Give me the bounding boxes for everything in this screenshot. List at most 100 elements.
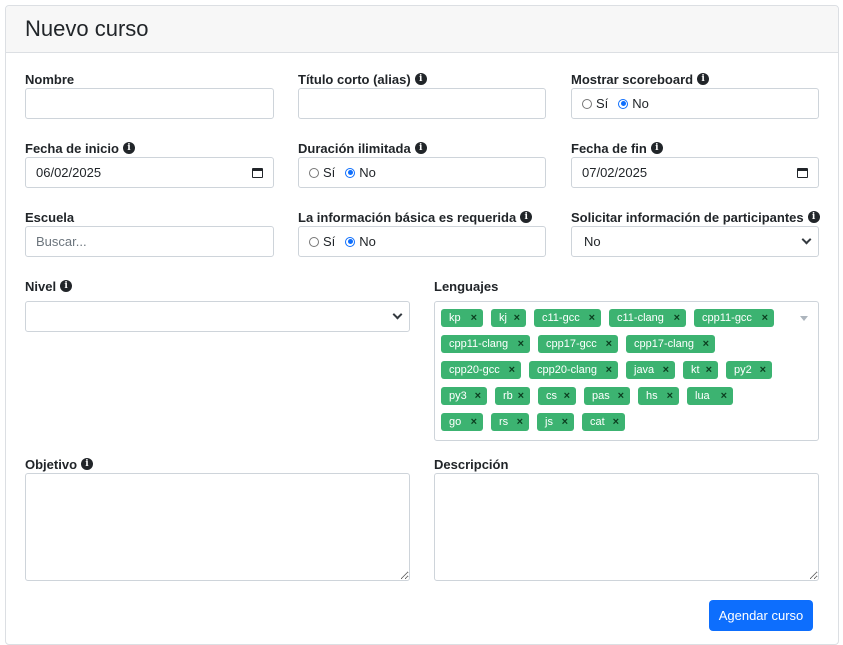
remove-tag-icon[interactable]: × — [564, 390, 570, 402]
language-tag-label: kp — [449, 312, 461, 324]
remove-tag-icon[interactable]: × — [471, 312, 477, 324]
school-label: Escuela — [25, 209, 75, 225]
language-tag-label: c11-gcc — [542, 312, 580, 324]
participant-info-select[interactable]: No — [571, 226, 819, 257]
language-tag: cpp11-gcc × — [694, 309, 774, 327]
languages-multiselect[interactable]: kp × kj × c11-gcc × c11-clang × cpp11-gcc × cpp11-… — [434, 301, 819, 441]
info-icon[interactable]: i — [414, 73, 427, 85]
language-tag-label: py3 — [449, 390, 467, 402]
scoreboard-no-option[interactable]: No — [618, 96, 649, 111]
school-label-text: Escuela — [25, 209, 75, 225]
level-label: Nivel i — [25, 279, 73, 294]
unlimited-no-option[interactable]: No — [345, 165, 376, 180]
objective-label: Objetivo i — [25, 456, 94, 472]
nombre-input[interactable] — [25, 88, 274, 119]
remove-tag-icon[interactable]: × — [606, 364, 612, 376]
radio-button[interactable] — [309, 167, 319, 178]
radio-button-selected[interactable] — [345, 167, 356, 178]
radio-button-selected[interactable] — [345, 236, 356, 247]
chevron-down-icon — [392, 309, 403, 320]
radio-label: No — [632, 96, 649, 111]
language-tag: cs × — [538, 387, 576, 405]
info-icon[interactable]: i — [697, 73, 710, 85]
radio-button-selected[interactable] — [618, 98, 629, 109]
info-icon[interactable]: i — [807, 211, 820, 223]
calendar-icon[interactable] — [252, 167, 263, 178]
alias-input[interactable] — [298, 88, 546, 119]
remove-tag-icon[interactable]: × — [517, 416, 523, 428]
language-tag-label: cpp11-clang — [449, 338, 509, 350]
language-tag: cpp20-gcc × — [441, 361, 521, 379]
remove-tag-icon[interactable]: × — [663, 364, 669, 376]
language-tag-label: rs — [499, 416, 509, 428]
dropdown-caret-icon[interactable] — [800, 316, 808, 321]
language-tag: rb × — [495, 387, 530, 405]
language-tag-label: cpp17-clang — [634, 338, 694, 350]
remove-tag-icon[interactable]: × — [518, 390, 524, 402]
remove-tag-icon[interactable]: × — [471, 416, 477, 428]
info-icon[interactable]: i — [122, 142, 135, 154]
remove-tag-icon[interactable]: × — [667, 390, 673, 402]
language-tag-label: lua — [695, 390, 710, 402]
remove-tag-icon[interactable]: × — [613, 416, 619, 428]
radio-label: No — [359, 234, 376, 249]
remove-tag-icon[interactable]: × — [674, 312, 680, 324]
level-select[interactable] — [25, 301, 410, 332]
remove-tag-icon[interactable]: × — [518, 338, 524, 350]
remove-tag-icon[interactable]: × — [760, 364, 766, 376]
schedule-course-button[interactable]: Agendar curso — [709, 600, 813, 631]
alias-label-text: Título corto (alias) — [298, 71, 411, 87]
remove-tag-icon[interactable]: × — [589, 312, 595, 324]
end-date-input[interactable]: 07/02/2025 — [571, 157, 819, 188]
unlimited-yes-option[interactable]: Sí — [309, 165, 335, 180]
language-tag-label: pas — [592, 390, 610, 402]
unlimited-label-text: Duración ilimitada — [298, 140, 411, 156]
start-date-value: 06/02/2025 — [36, 165, 102, 180]
languages-label-text: Lenguajes — [434, 278, 499, 294]
school-search-input[interactable] — [25, 226, 274, 257]
remove-tag-icon[interactable]: × — [762, 312, 768, 324]
description-label-text: Descripción — [434, 456, 509, 472]
info-icon[interactable]: i — [520, 211, 533, 223]
language-tag-label: hs — [646, 390, 658, 402]
chevron-down-icon — [801, 234, 812, 245]
basic-info-yes-option[interactable]: Sí — [309, 234, 335, 249]
remove-tag-icon[interactable]: × — [475, 390, 481, 402]
start-date-input[interactable]: 06/02/2025 — [25, 157, 274, 188]
nombre-label: Nombre — [25, 72, 74, 87]
radio-label: Sí — [323, 165, 336, 180]
language-tag-label: go — [449, 416, 462, 428]
objective-textarea[interactable] — [25, 473, 410, 581]
scoreboard-yes-option[interactable]: Sí — [582, 96, 608, 111]
remove-tag-icon[interactable]: × — [606, 338, 612, 350]
scoreboard-label: Mostrar scoreboard i — [571, 72, 710, 87]
remove-tag-icon[interactable]: × — [706, 364, 712, 376]
remove-tag-icon[interactable]: × — [562, 416, 568, 428]
language-tag: c11-clang × — [609, 309, 686, 327]
objective-label-text: Objetivo — [25, 456, 78, 472]
info-icon[interactable]: i — [60, 280, 73, 292]
description-textarea[interactable] — [434, 473, 819, 581]
radio-button[interactable] — [582, 98, 592, 109]
basic-info-no-option[interactable]: No — [345, 234, 376, 249]
basic-info-label: La información básica es requerida i — [298, 210, 533, 225]
remove-tag-icon[interactable]: × — [721, 390, 727, 402]
info-icon[interactable]: i — [414, 142, 427, 154]
info-icon[interactable]: i — [81, 458, 94, 470]
remove-tag-icon[interactable]: × — [514, 312, 520, 324]
language-tag-label: java — [634, 364, 655, 376]
calendar-icon[interactable] — [797, 167, 808, 178]
language-tag-label: js — [545, 416, 553, 428]
radio-label: Sí — [323, 234, 336, 249]
language-tag: py2 × — [726, 361, 772, 379]
language-tag: kj × — [491, 309, 526, 327]
remove-tag-icon[interactable]: × — [703, 338, 709, 350]
language-tag: cpp17-gcc × — [538, 335, 618, 353]
remove-tag-icon[interactable]: × — [618, 390, 624, 402]
info-icon[interactable]: i — [650, 142, 663, 154]
remove-tag-icon[interactable]: × — [509, 364, 515, 376]
language-tag: hs × — [638, 387, 679, 405]
radio-button[interactable] — [309, 236, 319, 247]
end-date-value: 07/02/2025 — [582, 165, 648, 180]
language-tag: c11-gcc × — [534, 309, 601, 327]
